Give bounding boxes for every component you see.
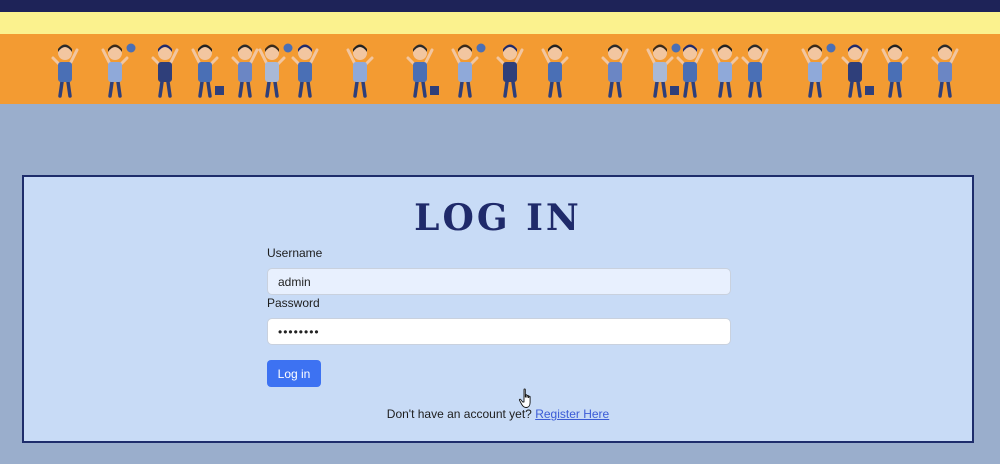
register-prompt: Don't have an account yet? Register Here bbox=[24, 407, 972, 421]
username-input[interactable] bbox=[267, 268, 731, 295]
register-link[interactable]: Register Here bbox=[535, 407, 609, 421]
header-yellow-band bbox=[0, 12, 1000, 34]
top-bar bbox=[0, 0, 1000, 12]
register-prompt-text: Don't have an account yet? bbox=[386, 407, 532, 421]
username-label: Username bbox=[267, 246, 323, 260]
password-label: Password bbox=[267, 296, 320, 310]
password-input[interactable] bbox=[267, 318, 731, 345]
header-banner bbox=[0, 34, 1000, 104]
hand-pointer-icon bbox=[518, 388, 531, 408]
kids-banner-illustration bbox=[51, 43, 959, 98]
login-card: LOG IN Username Password Log in Don't ha… bbox=[22, 175, 974, 443]
login-button[interactable]: Log in bbox=[267, 360, 321, 387]
page-title: LOG IN bbox=[414, 197, 582, 239]
